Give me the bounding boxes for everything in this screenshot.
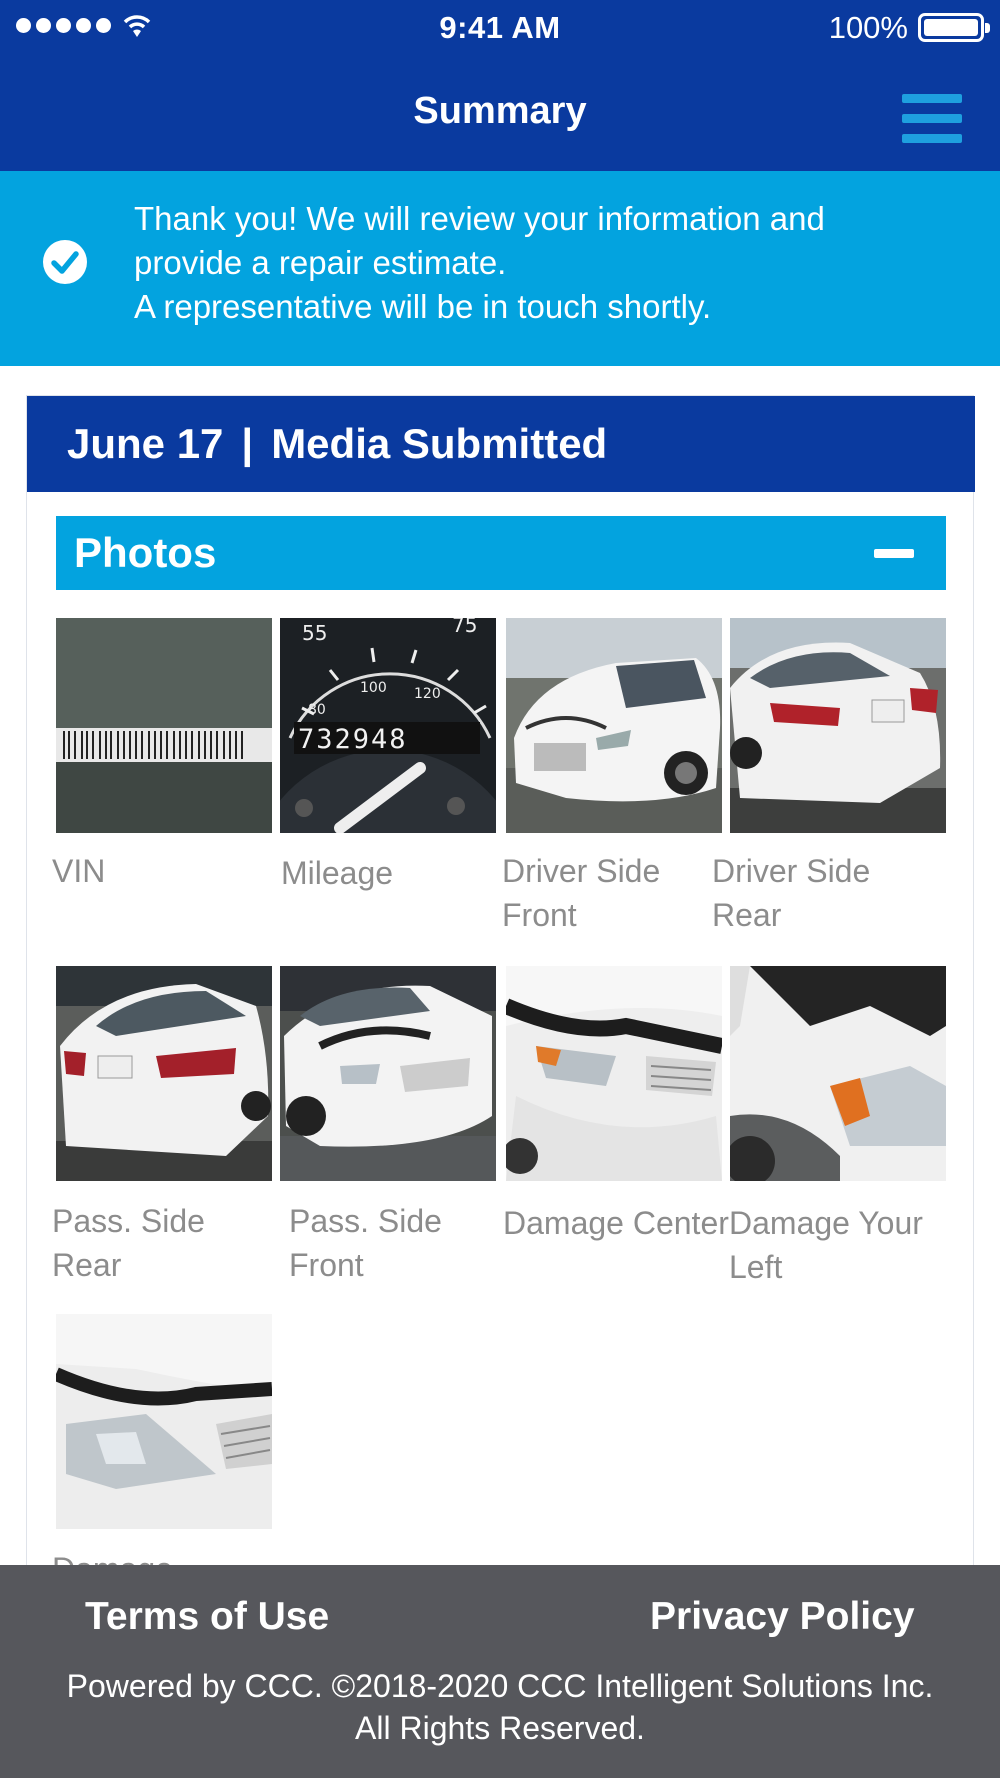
photo-label-vin: VIN bbox=[52, 853, 106, 889]
photo-vin[interactable] bbox=[56, 618, 272, 833]
photo-pass-side-front[interactable] bbox=[280, 966, 496, 1181]
confirmation-line-3: A representative will be in touch shortl… bbox=[134, 288, 712, 325]
minus-icon[interactable] bbox=[874, 549, 914, 558]
photo-label-damage-your-left: Damage Your Left bbox=[729, 1205, 923, 1285]
card-header: June 17 | Media Submitted bbox=[27, 396, 975, 492]
confirmation-line-1: Thank you! We will review your informati… bbox=[134, 200, 825, 237]
copyright-line-1: Powered by CCC. ©2018-2020 CCC Intellige… bbox=[66, 1668, 934, 1704]
confirmation-line-2: provide a repair estimate. bbox=[134, 244, 507, 281]
card-title: Media Submitted bbox=[271, 420, 608, 467]
speedo-tick-75: 75 bbox=[452, 618, 477, 637]
copyright-text: Powered by CCC. ©2018-2020 CCC Intellige… bbox=[0, 1665, 1000, 1749]
speedo-tick-100: 100 bbox=[360, 680, 387, 696]
submission-date: June 17 bbox=[67, 420, 224, 467]
confirmation-message: Thank you! We will review your informati… bbox=[134, 197, 974, 329]
privacy-policy-link[interactable]: Privacy Policy bbox=[650, 1595, 915, 1639]
media-card: June 17 | Media Submitted Photos VIN 55 … bbox=[26, 395, 975, 1695]
terms-of-use-link[interactable]: Terms of Use bbox=[85, 1595, 329, 1639]
battery-percentage: 100% bbox=[828, 10, 908, 45]
page-title: Summary bbox=[413, 90, 587, 132]
photo-driver-side-rear[interactable] bbox=[730, 618, 946, 833]
copyright-line-2: All Rights Reserved. bbox=[355, 1710, 645, 1746]
speedo-tick-55: 55 bbox=[302, 621, 327, 645]
photo-label-mileage: Mileage bbox=[281, 855, 394, 891]
top-bar: 9:41 AM 100% Summary bbox=[0, 0, 1000, 171]
photos-section-header[interactable]: Photos bbox=[56, 516, 946, 590]
status-bar: 9:41 AM 100% bbox=[0, 0, 1000, 56]
photo-label-driver-side-rear: Driver Side Rear bbox=[712, 853, 871, 933]
speedo-tick-120: 120 bbox=[414, 686, 441, 702]
photo-pass-side-rear[interactable] bbox=[56, 966, 272, 1181]
odometer-reading: 732948 bbox=[298, 724, 408, 755]
photos-section-title: Photos bbox=[74, 529, 217, 576]
photo-label-pass-side-rear: Pass. Side Rear bbox=[52, 1203, 205, 1283]
photo-label-damage-center: Damage Center bbox=[503, 1205, 729, 1241]
photo-damage-center[interactable] bbox=[506, 966, 722, 1181]
photo-mileage[interactable]: 55 75 80 100 120 732948 bbox=[280, 618, 496, 833]
photo-damage-your-left[interactable] bbox=[730, 966, 946, 1181]
check-circle-icon bbox=[43, 240, 87, 284]
footer: Terms of Use Privacy Policy Powered by C… bbox=[0, 1565, 1000, 1778]
photo-label-driver-side-front: Driver Side Front bbox=[502, 853, 661, 933]
photo-label-pass-side-front: Pass. Side Front bbox=[289, 1203, 442, 1283]
photo-driver-side-front[interactable] bbox=[506, 618, 722, 833]
battery-icon bbox=[918, 13, 990, 42]
hamburger-menu-icon[interactable] bbox=[902, 94, 962, 144]
confirmation-banner: Thank you! We will review your informati… bbox=[0, 171, 1000, 366]
photo-damage[interactable] bbox=[56, 1314, 272, 1529]
header-separator: | bbox=[241, 420, 254, 467]
speedo-tick-80: 80 bbox=[308, 702, 326, 718]
